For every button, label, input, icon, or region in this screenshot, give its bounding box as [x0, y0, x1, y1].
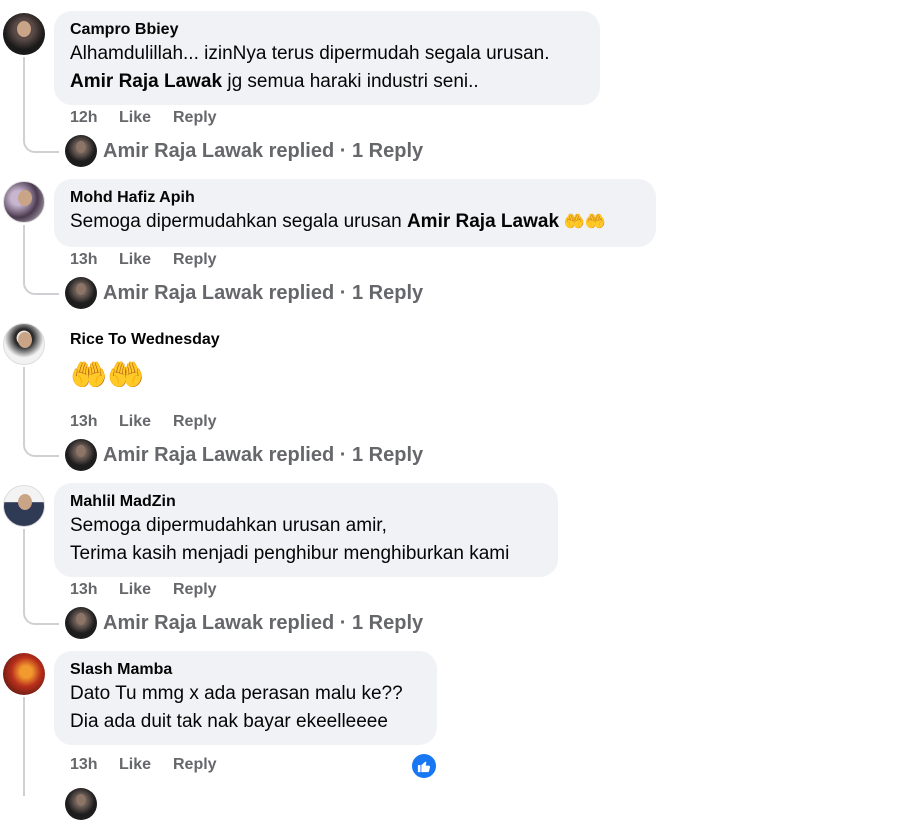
comment-actions: 13h Like Reply — [70, 413, 217, 431]
thread-line — [23, 697, 25, 796]
comment-text: Amir Raja Lawak jg semua haraki industri… — [70, 71, 479, 92]
view-replies-link[interactable]: Amir Raja Lawak replied · 1 Reply — [65, 277, 423, 309]
avatar[interactable] — [3, 485, 45, 527]
mention-link[interactable]: Amir Raja Lawak — [70, 71, 222, 92]
thread-line — [23, 225, 25, 281]
comment-bubble: Campro Bbiey Alhamdulillah... izinNya te… — [54, 11, 600, 105]
comment-timestamp[interactable]: 13h — [70, 251, 119, 269]
comment-author[interactable]: Mohd Hafiz Apih — [70, 188, 640, 208]
thread-line — [23, 57, 25, 139]
like-button[interactable]: Like — [119, 413, 173, 431]
avatar[interactable] — [3, 13, 45, 55]
reply-button[interactable]: Reply — [173, 756, 217, 774]
thread-connector — [23, 139, 59, 153]
view-replies-link[interactable]: Amir Raja Lawak replied · 1 Reply — [65, 135, 423, 167]
thread-connector — [23, 281, 59, 295]
comment-author[interactable]: Campro Bbiey — [70, 20, 584, 40]
avatar — [65, 277, 97, 309]
comment-text: Alhamdulillah... izinNya terus dipermuda… — [70, 43, 550, 64]
avatar — [65, 135, 97, 167]
avatar[interactable] — [3, 323, 45, 365]
comment-text: Terima kasih menjadi penghibur menghibur… — [70, 543, 510, 564]
avatar — [65, 439, 97, 471]
mention-link[interactable]: Amir Raja Lawak — [407, 211, 559, 232]
reply-button[interactable]: Reply — [173, 109, 217, 127]
comment-text: Semoga dipermudahkan segala urusan Amir … — [70, 211, 607, 232]
reply-button[interactable]: Reply — [173, 581, 217, 599]
reply-button[interactable]: Reply — [173, 251, 217, 269]
like-button[interactable]: Like — [119, 251, 173, 269]
like-button[interactable]: Like — [119, 756, 173, 774]
comment-actions: 13h Like Reply — [70, 251, 217, 269]
thumbs-up-icon[interactable] — [410, 752, 438, 780]
comment-timestamp[interactable]: 13h — [70, 581, 119, 599]
thread-connector — [23, 611, 59, 625]
comment-bubble: Slash Mamba Dato Tu mmg x ada perasan ma… — [54, 651, 437, 745]
replies-label: Amir Raja Lawak replied · 1 Reply — [103, 281, 424, 304]
thread-line — [23, 529, 25, 611]
comment-bubble: Mohd Hafiz Apih Semoga dipermudahkan seg… — [54, 179, 656, 247]
thread-connector — [23, 443, 59, 457]
emoji: 🤲🤲 — [559, 212, 607, 231]
comment-text: Semoga dipermudahkan urusan amir, — [70, 515, 387, 536]
replies-label: Amir Raja Lawak replied · 1 Reply — [103, 443, 424, 466]
emoji-comment: 🤲🤲 — [70, 359, 145, 392]
replies-label: Amir Raja Lawak replied · 1 Reply — [103, 139, 424, 162]
comment-author[interactable]: Mahlil MadZin — [70, 492, 542, 512]
comment-author[interactable]: Slash Mamba — [70, 660, 421, 680]
like-button[interactable]: Like — [119, 581, 173, 599]
comment-timestamp[interactable]: 13h — [70, 756, 119, 774]
view-replies-link[interactable]: Amir Raja Lawak replied · 1 Reply — [65, 607, 423, 639]
avatar — [65, 788, 97, 820]
avatar[interactable] — [3, 181, 45, 223]
reply-button[interactable]: Reply — [173, 413, 217, 431]
comment-bubble: Mahlil MadZin Semoga dipermudahkan urusa… — [54, 483, 558, 577]
comment-actions: 12h Like Reply — [70, 109, 217, 127]
avatar — [65, 607, 97, 639]
avatar[interactable] — [3, 653, 45, 695]
like-button[interactable]: Like — [119, 109, 173, 127]
thread-line — [23, 367, 25, 443]
comment-actions: 13h Like Reply — [70, 581, 217, 599]
comment-timestamp[interactable]: 13h — [70, 413, 119, 431]
comment-text: Dato Tu mmg x ada perasan malu ke?? — [70, 683, 403, 704]
comment-content: Rice To Wednesday 🤲🤲 — [70, 330, 220, 396]
replies-label: Amir Raja Lawak replied · 1 Reply — [103, 611, 424, 634]
view-replies-link[interactable]: Amir Raja Lawak replied · 1 Reply — [65, 439, 423, 471]
comment-actions: 13h Like Reply — [70, 756, 217, 774]
comment-author[interactable]: Rice To Wednesday — [70, 330, 220, 350]
comment-timestamp[interactable]: 12h — [70, 109, 119, 127]
comment-text: Dia ada duit tak nak bayar ekeelleeee — [70, 711, 388, 732]
